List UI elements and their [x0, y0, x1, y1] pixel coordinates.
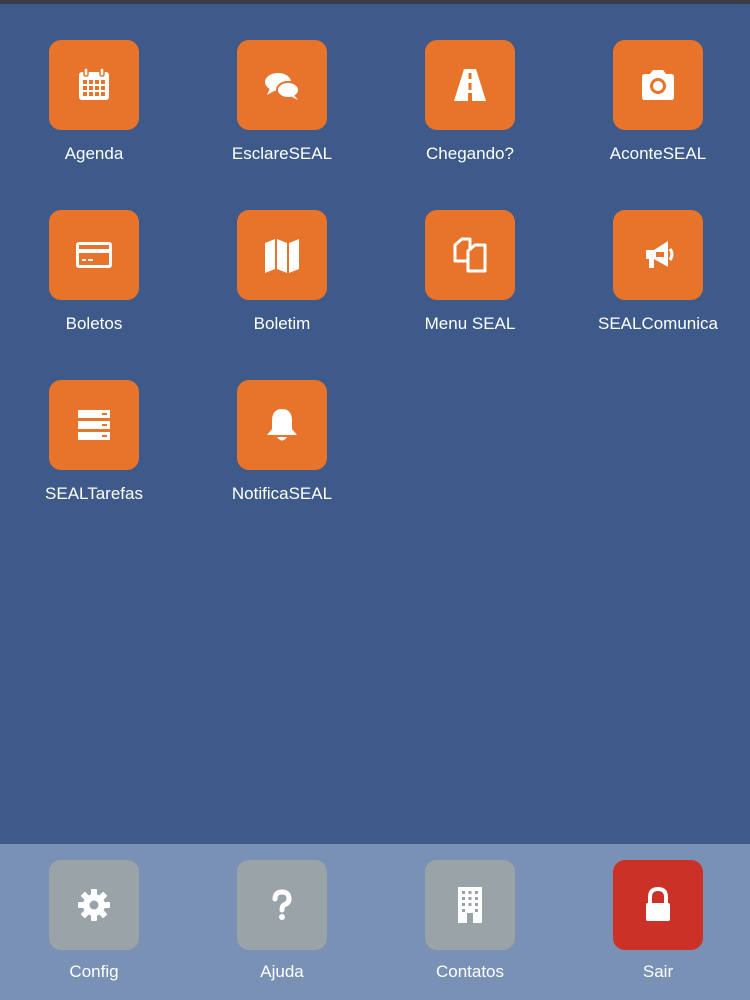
app-tile[interactable] — [425, 210, 515, 300]
bottom-tile[interactable] — [613, 860, 703, 950]
app-tile[interactable] — [49, 40, 139, 130]
bottom-tile[interactable] — [425, 860, 515, 950]
app-sealtarefas[interactable]: SEALTarefas — [0, 380, 188, 504]
question-icon — [272, 889, 292, 920]
app-menu-seal[interactable]: Menu SEAL — [376, 210, 564, 334]
app-label: NotificaSEAL — [231, 484, 333, 503]
app-label: EsclareSEAL — [231, 144, 333, 163]
app-tile[interactable] — [237, 40, 327, 130]
app-label: SEALComunica — [597, 314, 718, 333]
calendar-icon — [79, 67, 109, 100]
config-button[interactable]: Config — [0, 844, 188, 1000]
credit-card-icon — [76, 242, 112, 268]
app-label: SEALTarefas — [45, 484, 143, 503]
app-agenda[interactable]: Agenda — [0, 40, 188, 164]
chat-bubbles-icon — [265, 73, 300, 100]
bottom-tile[interactable] — [49, 860, 139, 950]
app-tile[interactable] — [613, 40, 703, 130]
app-tile[interactable] — [49, 380, 139, 470]
sair-button[interactable]: Sair — [564, 844, 750, 1000]
bell-icon — [267, 409, 297, 441]
app-tile[interactable] — [613, 210, 703, 300]
app-tile[interactable] — [425, 40, 515, 130]
map-icon — [265, 239, 299, 273]
camera-icon — [642, 70, 674, 100]
copy-files-icon — [453, 237, 487, 273]
bottom-label: Contatos — [435, 962, 505, 981]
building-icon — [458, 887, 482, 923]
app-aconteseal[interactable]: AconteSEAL — [564, 40, 750, 164]
app-boletos[interactable]: Boletos — [0, 210, 188, 334]
bottom-label: Config — [69, 962, 119, 981]
bottom-tile[interactable] — [237, 860, 327, 950]
bottom-label: Sair — [642, 962, 674, 981]
bottom-label: Ajuda — [260, 962, 304, 981]
app-launcher: Agenda EsclareSEAL Chegando? AconteSEAL … — [0, 4, 750, 844]
contatos-button[interactable]: Contatos — [376, 844, 564, 1000]
app-label: Chegando? — [426, 144, 514, 163]
tasks-list-icon — [78, 410, 110, 440]
app-tile[interactable] — [49, 210, 139, 300]
app-label: Boletos — [65, 314, 123, 333]
app-grid: Agenda EsclareSEAL Chegando? AconteSEAL … — [0, 40, 750, 504]
app-tile[interactable] — [237, 380, 327, 470]
gear-icon — [78, 889, 110, 921]
app-notificaseal[interactable]: NotificaSEAL — [188, 380, 376, 504]
app-tile[interactable] — [237, 210, 327, 300]
app-label: Boletim — [253, 314, 311, 333]
app-esclareseal[interactable]: EsclareSEAL — [188, 40, 376, 164]
road-icon — [454, 69, 486, 101]
app-boletim[interactable]: Boletim — [188, 210, 376, 334]
app-sealcomunica[interactable]: SEALComunica — [564, 210, 750, 334]
lock-icon — [646, 886, 670, 921]
app-label: Agenda — [64, 144, 124, 163]
ajuda-button[interactable]: Ajuda — [188, 844, 376, 1000]
megaphone-icon — [646, 241, 674, 268]
app-label: AconteSEAL — [609, 144, 707, 163]
bottom-bar: Config Ajuda Contatos Sair — [0, 844, 750, 1000]
app-label: Menu SEAL — [424, 314, 516, 333]
app-chegando[interactable]: Chegando? — [376, 40, 564, 164]
